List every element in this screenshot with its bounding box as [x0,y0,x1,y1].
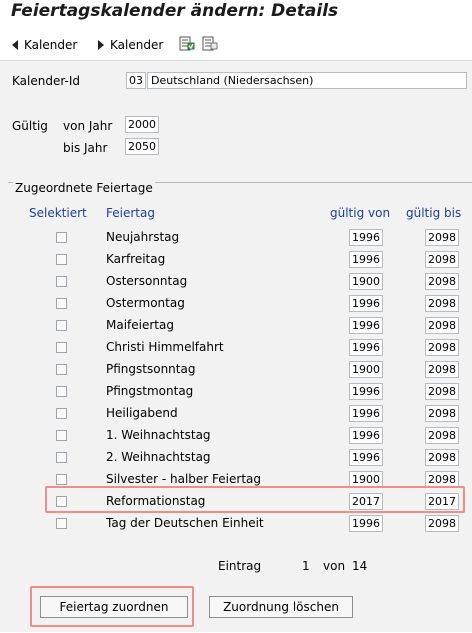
row-select-checkbox[interactable] [56,342,67,353]
holiday-name: 1. Weihnachtstag [106,428,211,442]
column-header-valid-to[interactable]: gültig bis [406,206,461,220]
select-all-icon[interactable] [179,36,195,52]
valid-to-field[interactable]: 2098 [425,229,459,246]
deselect-all-icon[interactable] [202,36,218,52]
pager-label: Eintrag [218,559,262,573]
delete-assignment-button[interactable]: Zuordnung löschen [209,596,353,618]
arrow-right-icon [98,40,104,50]
from-year-label: von Jahr [63,119,113,133]
valid-from-field[interactable]: 1900 [349,361,383,378]
group-title: Zugeordnete Feiertage [13,181,155,195]
toolbar: Kalender Kalender [0,28,472,61]
holiday-name: Ostermontag [106,296,185,310]
row-select-checkbox[interactable] [56,474,67,485]
holiday-name: Pfingstsonntag [106,362,196,376]
row-select-checkbox[interactable] [56,364,67,375]
valid-from-field[interactable]: 1996 [349,515,383,532]
highlight-reformationstag-row [45,486,465,513]
valid-to-field[interactable]: 2098 [425,515,459,532]
valid-to-field[interactable]: 2098 [425,317,459,334]
pager-total: 14 [352,559,368,573]
to-year-label: bis Jahr [63,141,108,155]
title-bar: Feiertagskalender ändern: Details [0,0,472,28]
pager-of-label: von [323,559,346,573]
to-year-field[interactable]: 2050 [125,138,159,155]
valid-from-field[interactable]: 1996 [349,449,383,466]
pager-current: 1 [302,559,310,573]
row-select-checkbox[interactable] [56,452,67,463]
valid-to-field[interactable]: 2098 [425,405,459,422]
holiday-name: Tag der Deutschen Einheit [106,516,264,530]
from-year-field[interactable]: 2000 [125,116,159,133]
valid-to-field[interactable]: 2098 [425,361,459,378]
holiday-name: Silvester - halber Feiertag [106,472,261,486]
assign-holiday-button[interactable]: Feiertag zuordnen [40,596,188,618]
valid-to-field[interactable]: 2098 [425,339,459,356]
holiday-name: Ostersonntag [106,274,188,288]
valid-from-field[interactable]: 1996 [349,383,383,400]
valid-from-field[interactable]: 1996 [349,317,383,334]
column-header-holiday[interactable]: Feiertag [106,206,155,220]
validity-label: Gültig [12,119,48,133]
calendar-id-field[interactable]: 03 [126,72,146,89]
row-select-checkbox[interactable] [56,518,67,529]
valid-from-field[interactable]: 1996 [349,251,383,268]
valid-to-field[interactable]: 2098 [425,251,459,268]
arrow-left-icon [12,40,18,50]
next-calendar-button[interactable]: Kalender [98,37,163,53]
column-header-valid-from[interactable]: gültig von [330,206,390,220]
valid-to-field[interactable]: 2098 [425,427,459,444]
holiday-name: Maifeiertag [106,318,174,332]
row-select-checkbox[interactable] [56,298,67,309]
valid-to-field[interactable]: 2098 [425,383,459,400]
column-header-selected[interactable]: Selektiert [29,206,87,220]
valid-to-field[interactable]: 2098 [425,449,459,466]
valid-from-field[interactable]: 1996 [349,405,383,422]
valid-to-field[interactable]: 2098 [425,295,459,312]
row-select-checkbox[interactable] [56,320,67,331]
next-calendar-label: Kalender [110,38,164,52]
valid-from-field[interactable]: 1996 [349,427,383,444]
row-select-checkbox[interactable] [56,232,67,243]
main-content: Kalender-Id 03 Deutschland (Niedersachse… [0,61,472,632]
holiday-name: Heiligabend [106,406,178,420]
page-title: Feiertagskalender ändern: Details [11,1,339,21]
row-select-checkbox[interactable] [56,276,67,287]
valid-from-field[interactable]: 1996 [349,229,383,246]
previous-calendar-label: Kalender [24,38,78,52]
valid-from-field[interactable]: 1996 [349,295,383,312]
calendar-name-field: Deutschland (Niedersachsen) [147,72,467,89]
calendar-id-label: Kalender-Id [12,74,80,88]
valid-from-field[interactable]: 1996 [349,339,383,356]
row-select-checkbox[interactable] [56,254,67,265]
valid-to-field[interactable]: 2098 [425,273,459,290]
holiday-name: Pfingstmontag [106,384,194,398]
row-select-checkbox[interactable] [56,386,67,397]
holiday-name: 2. Weihnachtstag [106,450,211,464]
holiday-name: Karfreitag [106,252,166,266]
valid-from-field[interactable]: 1900 [349,273,383,290]
holiday-name: Christi Himmelfahrt [106,340,224,354]
row-select-checkbox[interactable] [56,408,67,419]
row-select-checkbox[interactable] [56,430,67,441]
holiday-name: Neujahrstag [106,230,180,244]
previous-calendar-button[interactable]: Kalender [12,37,77,53]
